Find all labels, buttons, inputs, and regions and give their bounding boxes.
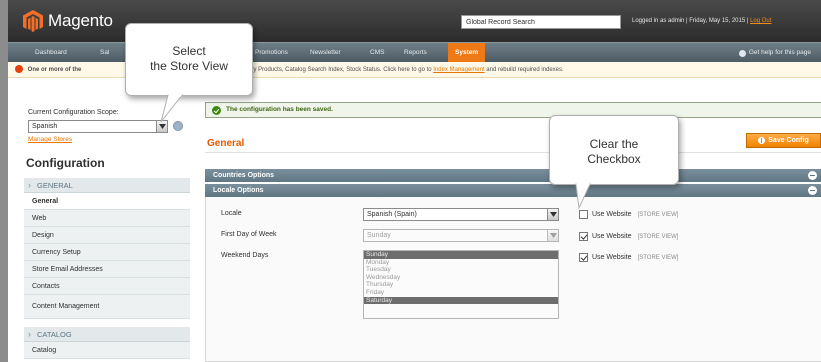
- magento-logo-icon: [23, 10, 43, 32]
- first-day-select[interactable]: Sunday: [363, 229, 559, 242]
- use-website-label: Use Website: [592, 211, 632, 218]
- first-day-label: First Day of Week: [221, 231, 277, 238]
- first-day-use-website-checkbox[interactable]: [579, 232, 588, 241]
- weekend-option[interactable]: Friday: [364, 289, 558, 297]
- save-config-button[interactable]: Save Config: [746, 133, 821, 148]
- logout-link[interactable]: Log Out: [750, 18, 771, 24]
- scope-label: Current Configuration Scope:: [28, 109, 119, 116]
- locale-select[interactable]: Spanish (Spain): [363, 208, 559, 221]
- index-management-link[interactable]: Index Management: [433, 67, 484, 73]
- callout-line: the Store View: [150, 59, 228, 73]
- scope-tag: [STORE VIEW]: [637, 254, 679, 261]
- weekend-option[interactable]: Wednesday: [364, 274, 558, 282]
- weekend-option[interactable]: Tuesday: [364, 266, 558, 274]
- callout-line: Checkbox: [587, 152, 641, 166]
- config-sidebar: GENERAL General Web Design Currency Setu…: [24, 178, 190, 359]
- save-icon: [758, 137, 766, 144]
- notice-text-3: and rebuild required indexes.: [486, 67, 564, 73]
- page-title: General: [207, 138, 245, 149]
- success-message: The configuration has been saved.: [205, 102, 821, 118]
- first-day-use-website[interactable]: Use Website [STORE VIEW]: [579, 232, 678, 241]
- sidebar-item-catalog[interactable]: Catalog: [24, 342, 190, 359]
- weekend-use-website[interactable]: Use Website [STORE VIEW]: [579, 253, 678, 262]
- weekend-option[interactable]: Monday: [364, 259, 558, 267]
- save-config-label: Save Config: [768, 137, 809, 144]
- sidebar-group-general[interactable]: GENERAL: [24, 178, 190, 193]
- locale-use-website-checkbox[interactable]: [579, 210, 588, 219]
- weekend-days-label: Weekend Days: [221, 252, 269, 259]
- sidebar-group-catalog[interactable]: CATALOG: [24, 327, 190, 342]
- scope-tag: [STORE VIEW]: [637, 211, 679, 218]
- nav-promotions[interactable]: Promotions: [255, 43, 288, 63]
- use-website-label: Use Website: [592, 254, 632, 261]
- sidebar-item-store-email-addresses[interactable]: Store Email Addresses: [24, 261, 190, 278]
- sidebar-item-design[interactable]: Design: [24, 227, 190, 244]
- weekend-option[interactable]: Thursday: [364, 281, 558, 289]
- callout-pointer: [160, 94, 184, 123]
- chevron-down-icon: [547, 209, 558, 220]
- sidebar-item-currency-setup[interactable]: Currency Setup: [24, 244, 190, 261]
- scope-select-value: Spanish: [32, 123, 58, 130]
- nav-newsletter[interactable]: Newsletter: [310, 43, 341, 63]
- nav-system[interactable]: System: [448, 43, 486, 63]
- callout-line: Clear the: [589, 137, 639, 151]
- sidebar-item-content-management[interactable]: Content Management: [24, 295, 190, 319]
- sidebar-item-web[interactable]: Web: [24, 210, 190, 227]
- sidebar-item-general[interactable]: General: [24, 193, 190, 210]
- notice-text: One or more of the: [27, 67, 82, 73]
- weekend-use-website-checkbox[interactable]: [579, 253, 588, 262]
- locale-options-label: Locale Options: [213, 187, 264, 194]
- configuration-title: Configuration: [26, 156, 105, 170]
- success-text: The configuration has been saved.: [226, 106, 333, 113]
- help-label: Get help for this page: [748, 49, 811, 56]
- countries-options-header[interactable]: Countries Options: [205, 169, 821, 182]
- callout-clear-checkbox: Clear the Checkbox: [549, 115, 679, 185]
- nav-sales[interactable]: Sal: [100, 43, 109, 63]
- scope-tag: [STORE VIEW]: [637, 233, 679, 240]
- expand-icon: [808, 171, 817, 180]
- callout-line: Select: [172, 44, 206, 58]
- user-info: Logged in as admin | Friday, May 15, 201…: [632, 18, 749, 24]
- countries-options-label: Countries Options: [213, 172, 275, 179]
- sidebar-item-contacts[interactable]: Contacts: [24, 278, 190, 295]
- error-icon: [15, 65, 23, 74]
- weekend-option[interactable]: Sunday: [364, 251, 558, 259]
- admin-window: Magento Logged in as admin | Friday, May…: [8, 0, 821, 362]
- locale-use-website[interactable]: Use Website [STORE VIEW]: [579, 210, 678, 219]
- manage-stores-link[interactable]: Manage Stores: [28, 136, 72, 143]
- help-icon: [738, 49, 746, 57]
- success-icon: [212, 106, 221, 115]
- logo-text: Magento: [48, 11, 113, 30]
- nav-cms[interactable]: CMS: [370, 43, 384, 63]
- locale-options-header[interactable]: Locale Options: [205, 184, 821, 197]
- user-bar: Logged in as admin | Friday, May 15, 201…: [632, 18, 771, 24]
- chevron-down-icon: [547, 230, 558, 241]
- weekend-days-multiselect[interactable]: Sunday Monday Tuesday Wednesday Thursday…: [363, 250, 559, 319]
- first-day-value: Sunday: [367, 232, 391, 239]
- weekend-option[interactable]: Saturday: [364, 296, 558, 305]
- locale-label: Locale: [221, 210, 242, 217]
- collapse-icon: [808, 186, 817, 195]
- callout-select-store-view: Select the Store View: [125, 23, 253, 96]
- use-website-label: Use Website: [592, 233, 632, 240]
- global-search-input[interactable]: [461, 15, 621, 29]
- callout-pointer: [575, 183, 591, 210]
- locale-value: Spanish (Spain): [367, 211, 417, 218]
- nav-reports[interactable]: Reports: [404, 43, 427, 63]
- nav-dashboard[interactable]: Dashboard: [35, 43, 67, 63]
- help-link[interactable]: Get help for this page: [738, 43, 811, 63]
- scope-select[interactable]: Spanish: [28, 120, 168, 133]
